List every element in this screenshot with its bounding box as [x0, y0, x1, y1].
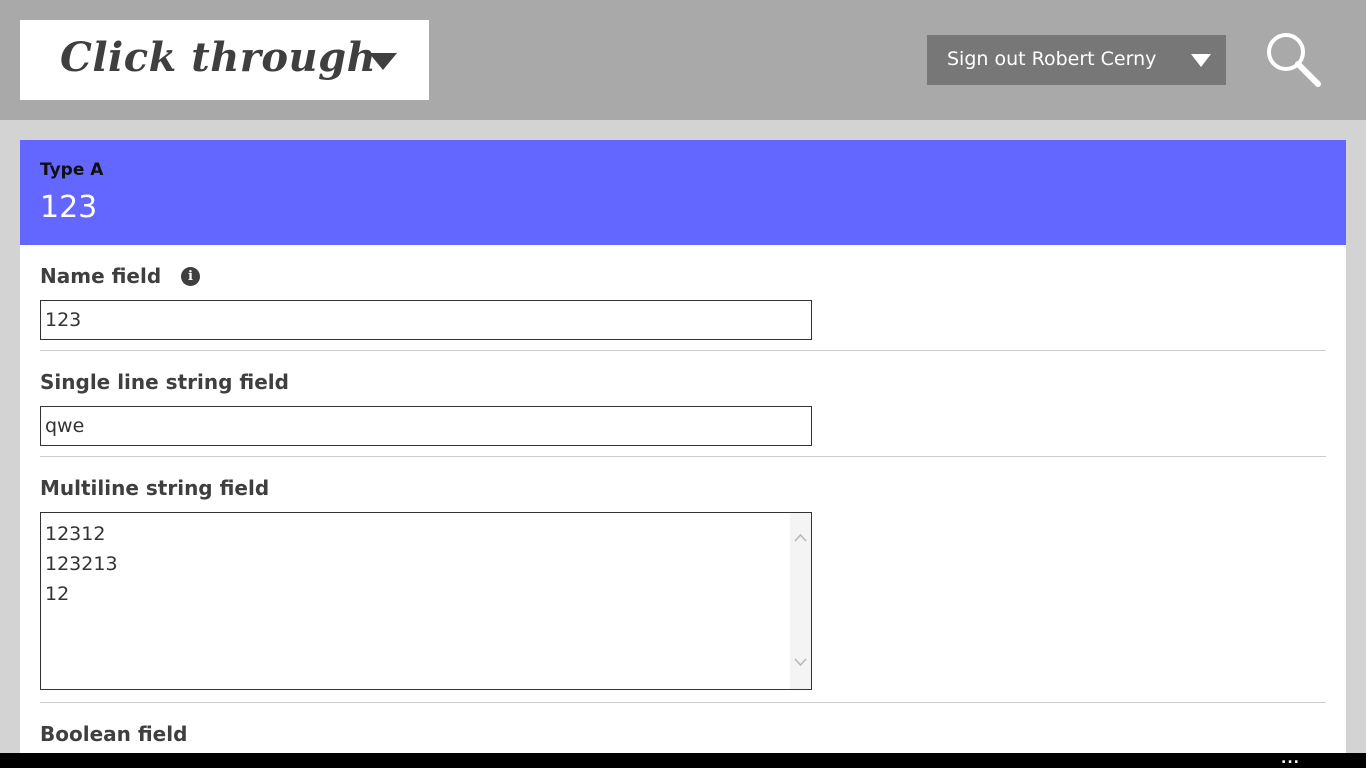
app-bar: ...: [0, 752, 1366, 768]
sign-out-label: Sign out Robert Cerny: [947, 48, 1157, 70]
single-line-field-label: Single line string field: [40, 370, 289, 394]
multiline-field-text: 12312 123213 12: [45, 519, 118, 609]
info-icon[interactable]: i: [181, 267, 200, 286]
multiline-field-textarea[interactable]: 12312 123213 12: [40, 512, 812, 690]
record-type-label: Type A: [40, 160, 104, 180]
chevron-down-icon[interactable]: [793, 654, 808, 669]
multiline-line: 123213: [45, 553, 118, 575]
name-field-label: Name field: [40, 264, 162, 288]
boolean-field-label: Boolean field: [40, 722, 188, 746]
search-icon[interactable]: [1262, 28, 1326, 92]
chevron-down-icon: [1191, 54, 1211, 67]
record-form: Type A 123 Name field i Single line stri…: [20, 140, 1346, 753]
chevron-down-icon: [369, 53, 397, 70]
chevron-up-icon[interactable]: [793, 531, 808, 546]
multiline-line: 12312: [45, 523, 106, 545]
name-field-input[interactable]: [40, 300, 812, 340]
app-switcher-button[interactable]: Click through: [20, 20, 429, 100]
divider: [40, 350, 1326, 351]
record-header: Type A 123: [20, 140, 1346, 245]
top-bar: Click through Sign out Robert Cerny: [0, 0, 1366, 120]
multiline-line: 12: [45, 583, 70, 605]
more-options-button[interactable]: ...: [1281, 752, 1300, 766]
record-title: 123: [40, 190, 98, 225]
divider: [40, 456, 1326, 457]
app-title: Click through: [60, 34, 377, 81]
divider: [40, 702, 1326, 703]
single-line-field-input[interactable]: [40, 406, 812, 446]
sign-out-button[interactable]: Sign out Robert Cerny: [927, 35, 1226, 85]
multiline-field-label: Multiline string field: [40, 476, 270, 500]
textarea-scrollbar[interactable]: [790, 513, 811, 689]
